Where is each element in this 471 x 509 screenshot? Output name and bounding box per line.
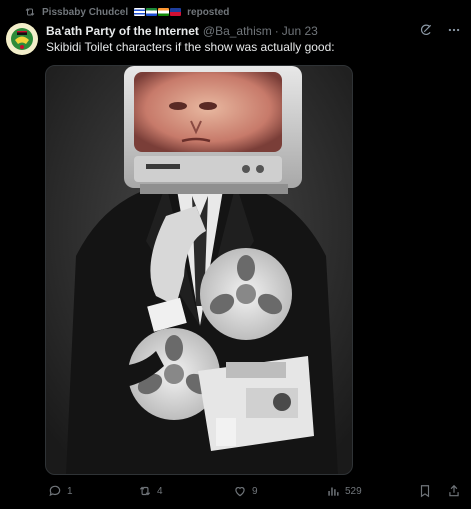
views-button[interactable]: 529 bbox=[326, 484, 362, 498]
flag-icon bbox=[134, 8, 146, 16]
flag-icon bbox=[158, 8, 170, 16]
timestamp[interactable]: Jun 23 bbox=[282, 24, 318, 38]
repost-suffix: reposted bbox=[187, 6, 230, 18]
flag-icon bbox=[170, 8, 182, 16]
header-actions bbox=[419, 23, 461, 37]
share-icon bbox=[449, 484, 459, 497]
avatar[interactable] bbox=[6, 23, 38, 55]
reply-count: 1 bbox=[67, 485, 73, 497]
tweet-header: Ba'ath Party of the Internet @Ba_athism … bbox=[46, 22, 461, 40]
tv-head-man-with-film-projector-image bbox=[46, 66, 352, 474]
repost-count: 4 bbox=[157, 485, 163, 497]
repost-icon bbox=[25, 8, 35, 16]
flag-icon bbox=[146, 8, 158, 16]
heart-icon bbox=[235, 487, 245, 497]
repost-user[interactable]: Pissbaby Chudcel bbox=[42, 7, 128, 18]
bookmark-button[interactable] bbox=[418, 484, 432, 498]
tweet-media-image[interactable] bbox=[45, 65, 353, 475]
repost-header: Pissbaby Chudcel reposted bbox=[24, 5, 229, 19]
flag-emojis bbox=[134, 8, 182, 16]
handle[interactable]: @Ba_athism bbox=[203, 24, 272, 38]
grok-icon[interactable] bbox=[419, 23, 433, 37]
separator-dot: · bbox=[274, 24, 279, 38]
action-bar: 1 4 9 529 bbox=[0, 484, 471, 502]
like-count: 9 bbox=[252, 485, 258, 497]
reply-button[interactable]: 1 bbox=[48, 484, 73, 498]
repost-icon bbox=[139, 486, 151, 496]
reply-icon bbox=[49, 485, 61, 497]
bookmark-icon bbox=[420, 485, 430, 498]
tweet-text: Skibidi Toilet characters if the show wa… bbox=[46, 40, 335, 54]
like-button[interactable]: 9 bbox=[233, 484, 258, 498]
repost-button[interactable]: 4 bbox=[138, 484, 163, 498]
share-button[interactable] bbox=[447, 484, 461, 498]
party-emblem-icon bbox=[7, 24, 37, 54]
views-chart-icon bbox=[328, 487, 339, 496]
view-count: 529 bbox=[345, 485, 362, 497]
more-options-icon[interactable] bbox=[447, 23, 461, 37]
display-name[interactable]: Ba'ath Party of the Internet bbox=[46, 24, 199, 38]
